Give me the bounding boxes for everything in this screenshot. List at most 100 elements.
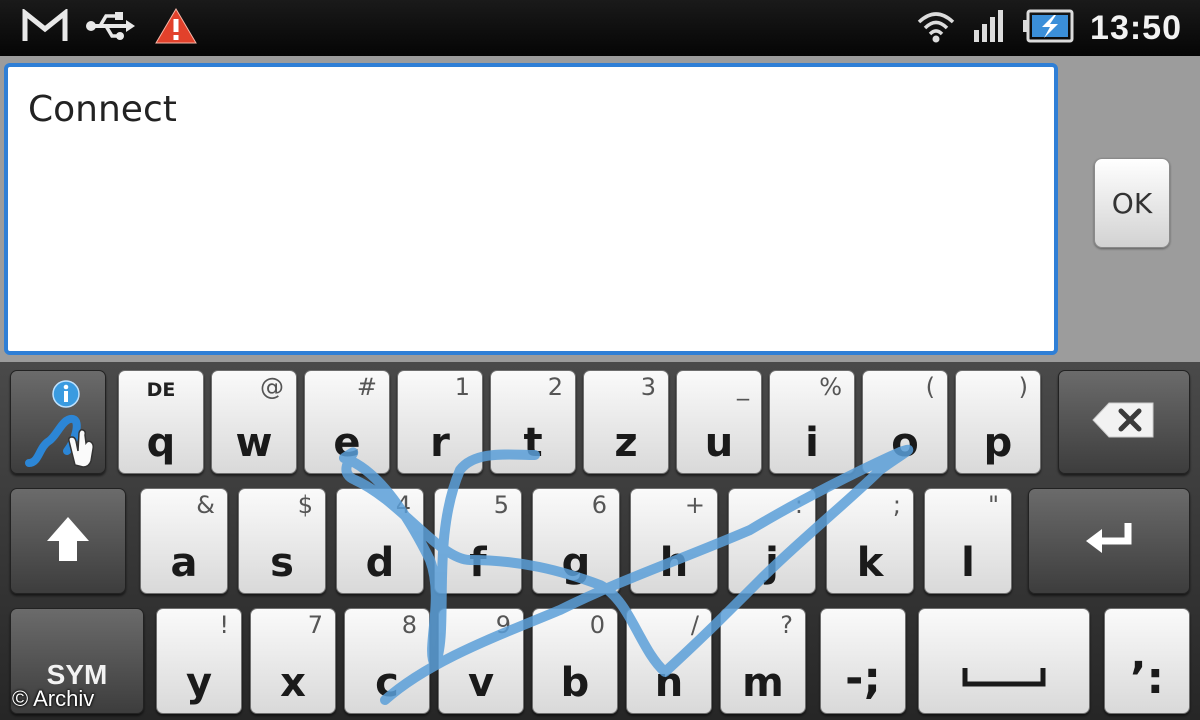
- key-secondary-label: %: [819, 373, 842, 401]
- key-secondary-label: 9: [495, 611, 511, 639]
- key-s[interactable]: $ s: [238, 488, 326, 594]
- key-label: x: [280, 660, 306, 706]
- key-secondary-label: 6: [591, 491, 607, 519]
- language-hint: DE: [146, 379, 176, 401]
- key-q[interactable]: DE q: [118, 370, 204, 474]
- key-label: g: [561, 540, 591, 586]
- key-e[interactable]: # e: [304, 370, 390, 474]
- key-secondary-label: 5: [493, 491, 509, 519]
- key-n[interactable]: / n: [626, 608, 712, 714]
- key-label: e: [333, 420, 361, 466]
- watermark: © Archiv: [12, 686, 95, 711]
- key-label: t: [523, 420, 543, 466]
- key-label: o: [891, 420, 919, 466]
- usb-icon[interactable]: [86, 11, 136, 46]
- key-secondary-label: :: [794, 491, 803, 519]
- key-t[interactable]: 2t: [490, 370, 576, 474]
- key-secondary-label: 0: [589, 611, 605, 639]
- key-secondary-label: ": [987, 491, 999, 519]
- key-label: p: [983, 420, 1013, 466]
- key-b[interactable]: 0b: [532, 608, 618, 714]
- key-label: d: [365, 540, 395, 586]
- key-y[interactable]: ! y: [156, 608, 242, 714]
- space-key[interactable]: [918, 608, 1090, 714]
- shift-icon: [45, 515, 91, 568]
- key-label: r: [430, 420, 450, 466]
- key-secondary-label: ?: [780, 611, 793, 639]
- key-label: s: [270, 540, 294, 586]
- apostrophe-colon-key[interactable]: ’:: [1104, 608, 1190, 714]
- key-k[interactable]: ; k: [826, 488, 914, 594]
- swype-icon: [23, 411, 99, 474]
- key-secondary-label: @: [260, 373, 284, 401]
- key-i[interactable]: % i: [769, 370, 855, 474]
- key-secondary-label: #: [356, 373, 377, 401]
- key-secondary-label: ): [1018, 373, 1028, 401]
- key-h[interactable]: + h: [630, 488, 718, 594]
- key-p[interactable]: ) p: [955, 370, 1041, 474]
- system-indicators: 13:50: [916, 6, 1182, 50]
- key-secondary-label: 4: [395, 491, 411, 519]
- key-label: z: [614, 420, 638, 466]
- key-label: v: [467, 660, 495, 706]
- gmail-icon[interactable]: [22, 7, 68, 48]
- key-g[interactable]: 6g: [532, 488, 620, 594]
- key-secondary-label: 3: [640, 373, 656, 401]
- key-v[interactable]: 9v: [438, 608, 524, 714]
- key-o[interactable]: (o: [862, 370, 948, 474]
- shift-key[interactable]: [10, 488, 126, 594]
- key-u[interactable]: _ u: [676, 370, 762, 474]
- key-label: k: [856, 540, 884, 586]
- key-r[interactable]: 1r: [397, 370, 483, 474]
- key-secondary-label: 1: [454, 373, 470, 401]
- punctuation-key[interactable]: -;: [820, 608, 906, 714]
- warning-icon[interactable]: [154, 7, 198, 50]
- swype-key[interactable]: [10, 370, 106, 474]
- key-label: f: [469, 540, 487, 586]
- ok-button[interactable]: OK: [1094, 158, 1170, 248]
- key-l[interactable]: " l: [924, 488, 1012, 594]
- key-z[interactable]: 3z: [583, 370, 669, 474]
- key-a[interactable]: & a: [140, 488, 228, 594]
- key-label: b: [560, 660, 590, 706]
- key-secondary-label: _: [737, 373, 749, 401]
- punctuation-key-label: -;: [845, 653, 881, 704]
- status-bar: 13:50: [0, 0, 1200, 56]
- key-secondary-label: 7: [307, 611, 323, 639]
- key-m[interactable]: ? m: [720, 608, 806, 714]
- apostrophe-colon-key-label: ’:: [1129, 653, 1165, 704]
- wifi-icon: [916, 8, 956, 49]
- key-label: n: [654, 660, 684, 706]
- info-icon: [51, 379, 81, 414]
- key-label: c: [375, 660, 399, 706]
- enter-icon: [1084, 519, 1134, 564]
- battery-charging-icon: [1022, 9, 1074, 48]
- key-label: u: [704, 420, 734, 466]
- key-label: w: [235, 420, 273, 466]
- key-f[interactable]: 5f: [434, 488, 522, 594]
- key-d[interactable]: 4d: [336, 488, 424, 594]
- key-w[interactable]: @ w: [211, 370, 297, 474]
- key-secondary-label: 8: [401, 611, 417, 639]
- key-x[interactable]: 7x: [250, 608, 336, 714]
- signal-icon: [972, 8, 1006, 49]
- key-label: a: [170, 540, 198, 586]
- key-secondary-label: !: [219, 611, 229, 639]
- backspace-key[interactable]: [1058, 370, 1190, 474]
- key-j[interactable]: :j: [728, 488, 816, 594]
- notification-icons: [22, 7, 198, 50]
- space-icon: [962, 666, 1046, 693]
- text-input-value: Connect: [28, 89, 177, 130]
- keyboard: DE q @ w # e 1 r 2 t 3 z _ u% i(o) p & a $ s 4 d 5 f 6 g + h: j; k " l: [0, 362, 1200, 720]
- key-c[interactable]: 8c: [344, 608, 430, 714]
- key-label: y: [185, 660, 213, 706]
- key-secondary-label: /: [690, 611, 699, 639]
- backspace-icon: [1091, 400, 1157, 445]
- key-secondary-label: 2: [547, 373, 563, 401]
- text-input-field[interactable]: Connect: [4, 63, 1058, 355]
- key-label: i: [805, 420, 819, 466]
- input-area: Connect OK: [0, 56, 1200, 362]
- key-label: q: [146, 420, 176, 466]
- key-label: j: [765, 540, 779, 586]
- enter-key[interactable]: [1028, 488, 1190, 594]
